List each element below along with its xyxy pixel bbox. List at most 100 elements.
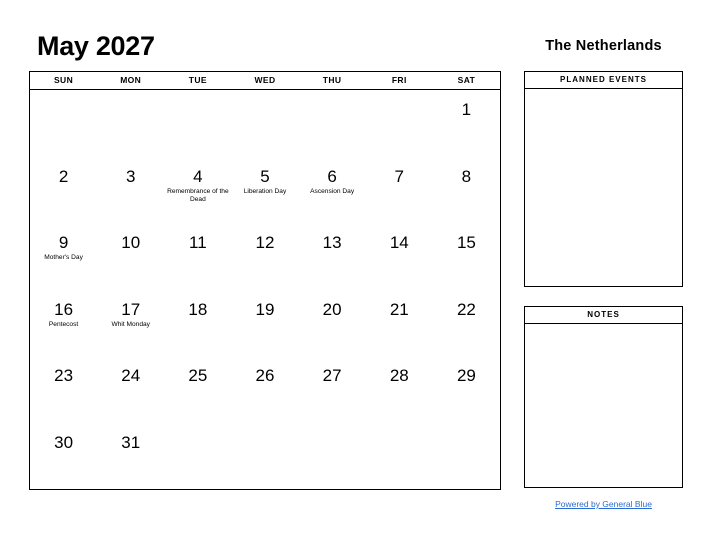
day-cell[interactable] [433, 423, 500, 490]
side-column: The Netherlands PLANNED EVENTS NOTES Pow… [524, 30, 683, 509]
week-row: 2 3 4 Remembrance of the Dead 5 Liberation… [30, 157, 500, 224]
day-event-label: Mother's Day [44, 254, 83, 261]
day-cell[interactable]: 12 [231, 223, 298, 290]
calendar-block: May 2027 SUN MON TUE WED THU FRI SAT 1 2 [29, 30, 501, 490]
day-number: 2 [58, 166, 69, 186]
day-number: 6 [327, 166, 337, 186]
day-cell[interactable]: 2 [30, 157, 97, 224]
day-cell[interactable]: 17 Whit Monday [97, 290, 164, 357]
country-title: The Netherlands [545, 38, 662, 54]
day-number: 30 [54, 432, 74, 452]
page-title: May 2027 [37, 31, 155, 61]
day-cell[interactable]: 20 [299, 290, 366, 357]
day-cell[interactable] [164, 423, 231, 490]
day-number: 20 [322, 299, 342, 319]
weekday-header-mon: MON [120, 75, 142, 85]
day-cell[interactable]: 31 [97, 423, 164, 490]
week-row: 1 [30, 90, 500, 157]
day-number: 25 [188, 366, 208, 385]
day-event-label: Pentecost [48, 320, 79, 328]
day-number: 29 [456, 366, 476, 385]
day-number: 22 [456, 299, 476, 319]
week-row: 9 Mother's Day 10 11 12 13 14 15 [30, 223, 500, 290]
day-cell[interactable]: 10 [97, 223, 164, 290]
weekday-header-wed: WED [254, 75, 276, 85]
weekday-header-sat: SAT [457, 75, 476, 85]
day-number: 17 [121, 299, 141, 319]
day-cell[interactable]: 7 [366, 157, 433, 224]
day-cell[interactable]: 24 [97, 356, 164, 423]
calendar-grid: SUN MON TUE WED THU FRI SAT 1 2 3 4 Remem… [29, 71, 501, 490]
day-number: 7 [394, 166, 404, 186]
day-cell[interactable]: 14 [366, 223, 433, 290]
planned-events-panel: PLANNED EVENTS [524, 71, 683, 287]
calendar-weeks: 1 2 3 4 Remembrance of the Dead 5 Liberati… [30, 90, 500, 489]
day-cell[interactable] [366, 90, 433, 157]
day-cell[interactable] [366, 423, 433, 490]
day-cell[interactable] [299, 423, 366, 490]
day-cell[interactable]: 4 Remembrance of the Dead [164, 157, 231, 224]
powered-by-link[interactable]: Powered by General Blue [524, 499, 683, 509]
day-cell[interactable]: 18 [164, 290, 231, 357]
day-number: 8 [461, 166, 472, 186]
day-cell[interactable]: 23 [30, 356, 97, 423]
weekday-header-fri: FRI [391, 75, 407, 85]
weekday-header-tue: TUE [188, 75, 207, 85]
day-cell[interactable]: 19 [231, 290, 298, 357]
day-cell[interactable]: 30 [30, 423, 97, 490]
day-event-label: Liberation Day [243, 187, 287, 195]
day-cell[interactable] [97, 90, 164, 157]
day-number: 14 [389, 233, 409, 252]
weekday-header-sun: SUN [53, 75, 74, 85]
day-number: 10 [121, 233, 141, 252]
week-row: 30 31 [30, 423, 500, 490]
week-row: 16 Pentecost 17 Whit Monday 18 19 20 21 22 [30, 290, 500, 357]
planned-events-body[interactable] [525, 89, 682, 287]
day-event-label: Whit Monday [111, 320, 150, 328]
day-cell[interactable]: 3 [97, 157, 164, 224]
day-cell[interactable]: 9 Mother's Day [30, 223, 97, 290]
day-cell[interactable] [30, 90, 97, 157]
day-number: 12 [255, 233, 275, 252]
day-cell[interactable]: 8 [433, 157, 500, 224]
day-number: 24 [121, 366, 141, 385]
day-cell[interactable]: 13 [299, 223, 366, 290]
planned-events-title: PLANNED EVENTS [525, 72, 682, 89]
day-cell[interactable]: 15 [433, 223, 500, 290]
day-cell[interactable]: 26 [231, 356, 298, 423]
day-cell[interactable]: 6 Ascension Day [299, 157, 366, 224]
day-cell[interactable]: 28 [366, 356, 433, 423]
day-number: 13 [322, 233, 342, 252]
day-cell[interactable]: 5 Liberation Day [231, 157, 298, 224]
weekday-header-row: SUN MON TUE WED THU FRI SAT [30, 72, 500, 90]
day-number: 26 [255, 366, 275, 385]
day-number: 28 [389, 366, 409, 385]
day-number: 19 [255, 299, 275, 319]
day-cell[interactable]: 21 [366, 290, 433, 357]
day-number: 18 [188, 299, 208, 319]
day-number: 27 [322, 366, 342, 385]
day-number: 23 [54, 366, 74, 385]
notes-panel: NOTES [524, 306, 683, 488]
day-cell[interactable] [164, 90, 231, 157]
day-event-label: Ascension Day [310, 187, 355, 195]
day-event-label: Remembrance of the Dead [167, 187, 229, 203]
day-cell[interactable] [299, 90, 366, 157]
day-number: 21 [389, 299, 409, 319]
day-cell[interactable]: 11 [164, 223, 231, 290]
day-cell[interactable]: 1 [433, 90, 500, 157]
week-row: 23 24 25 26 27 28 29 [30, 356, 500, 423]
day-cell[interactable] [231, 90, 298, 157]
day-cell[interactable] [231, 423, 298, 490]
day-cell[interactable]: 27 [299, 356, 366, 423]
day-cell[interactable]: 22 [433, 290, 500, 357]
notes-body[interactable] [525, 324, 682, 488]
day-cell[interactable]: 25 [164, 356, 231, 423]
day-cell[interactable]: 16 Pentecost [30, 290, 97, 357]
day-number: 1 [461, 100, 472, 119]
weekday-header-thu: THU [322, 75, 342, 85]
day-cell[interactable]: 29 [433, 356, 500, 423]
day-number: 11 [189, 233, 207, 252]
day-number: 31 [121, 432, 141, 452]
day-number: 9 [58, 233, 69, 252]
